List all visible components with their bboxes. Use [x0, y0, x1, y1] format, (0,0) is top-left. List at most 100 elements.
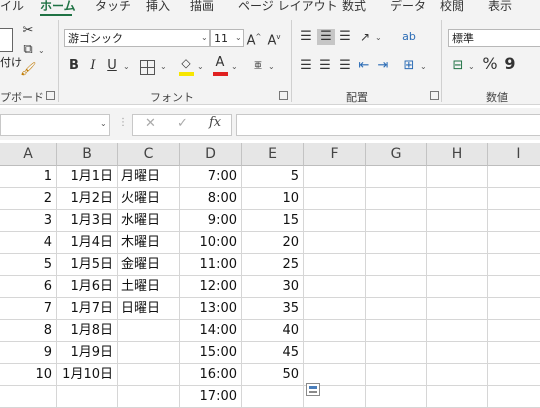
cell-i5[interactable]: [488, 254, 540, 276]
cell-h6[interactable]: [427, 276, 488, 298]
cell-e1[interactable]: 5: [242, 166, 304, 188]
cell-b8[interactable]: 1月8日: [57, 320, 118, 342]
quick-analysis-icon[interactable]: [306, 383, 320, 396]
cell-c8[interactable]: [118, 320, 180, 342]
formula-bar-grip-icon[interactable]: ⋮: [118, 117, 128, 128]
cell-c7[interactable]: 日曜日: [118, 298, 180, 320]
paste-icon[interactable]: [0, 28, 13, 52]
column-header-h[interactable]: H: [427, 143, 488, 166]
cut-icon[interactable]: ✂: [20, 23, 36, 39]
column-header-d[interactable]: D: [180, 143, 242, 166]
cell-i3[interactable]: [488, 210, 540, 232]
cell-a5[interactable]: 5: [0, 254, 57, 276]
cell-g1[interactable]: [366, 166, 427, 188]
cell-h7[interactable]: [427, 298, 488, 320]
italic-button[interactable]: I: [86, 58, 100, 74]
align-top-icon[interactable]: ☰: [298, 29, 314, 45]
borders-icon[interactable]: [140, 60, 155, 75]
cell-a3[interactable]: 3: [0, 210, 57, 232]
phonetic-guide-icon[interactable]: 亜: [251, 58, 265, 74]
bold-button[interactable]: B: [67, 58, 81, 74]
cell-g9[interactable]: [366, 342, 427, 364]
paste-label[interactable]: 付け: [0, 54, 22, 70]
column-header-b[interactable]: B: [57, 143, 118, 166]
tab-formulas[interactable]: 数式: [342, 0, 366, 14]
formula-input[interactable]: [236, 114, 540, 136]
cell-c9[interactable]: [118, 342, 180, 364]
cell-i8[interactable]: [488, 320, 540, 342]
cell-f8[interactable]: [304, 320, 366, 342]
cell-e5[interactable]: 25: [242, 254, 304, 276]
cell-b6[interactable]: 1月6日: [57, 276, 118, 298]
font-launcher-icon[interactable]: [279, 91, 288, 100]
cell-a6[interactable]: 6: [0, 276, 57, 298]
column-header-e[interactable]: E: [242, 143, 304, 166]
cell-i2[interactable]: [488, 188, 540, 210]
cell-h2[interactable]: [427, 188, 488, 210]
cell-c6[interactable]: 土曜日: [118, 276, 180, 298]
column-header-a[interactable]: A: [0, 143, 57, 166]
cell-a10[interactable]: 10: [0, 364, 57, 386]
cell-c5[interactable]: 金曜日: [118, 254, 180, 276]
cell-a1[interactable]: 1: [0, 166, 57, 188]
insert-function-button[interactable]: fx: [209, 115, 221, 130]
cell-b10[interactable]: 1月10日: [57, 364, 118, 386]
cell-a7[interactable]: 7: [0, 298, 57, 320]
cell-h8[interactable]: [427, 320, 488, 342]
cell-c10[interactable]: [118, 364, 180, 386]
comma-style-button[interactable]: 9: [504, 56, 516, 72]
wrap-text-icon[interactable]: ab: [401, 29, 417, 45]
cell-e4[interactable]: 20: [242, 232, 304, 254]
orientation-icon[interactable]: ↗: [356, 29, 374, 45]
format-painter-icon[interactable]: 🖌: [20, 62, 37, 78]
cell-b4[interactable]: 1月4日: [57, 232, 118, 254]
accounting-format-icon[interactable]: ⊟: [450, 58, 466, 74]
cancel-entry-icon[interactable]: ✕: [145, 116, 156, 131]
cell-d5[interactable]: 11:00: [180, 254, 242, 276]
copy-dropdown-icon[interactable]: ⌄: [38, 46, 45, 55]
cell-i4[interactable]: [488, 232, 540, 254]
cell-h5[interactable]: [427, 254, 488, 276]
cell-f3[interactable]: [304, 210, 366, 232]
column-header-i[interactable]: I: [488, 143, 540, 166]
font-color-icon[interactable]: A: [212, 55, 228, 71]
cell-h9[interactable]: [427, 342, 488, 364]
cell-g5[interactable]: [366, 254, 427, 276]
cell-b2[interactable]: 1月2日: [57, 188, 118, 210]
clipboard-launcher-icon[interactable]: [46, 91, 55, 100]
alignment-launcher-icon[interactable]: [430, 91, 439, 100]
cell-f4[interactable]: [304, 232, 366, 254]
cell-c4[interactable]: 木曜日: [118, 232, 180, 254]
cell-b3[interactable]: 1月3日: [57, 210, 118, 232]
tab-data[interactable]: データ: [390, 0, 426, 14]
cell-e9[interactable]: 45: [242, 342, 304, 364]
tab-review[interactable]: 校閲: [440, 0, 464, 14]
font-name-dropdown-icon[interactable]: ⌄: [201, 33, 208, 42]
cell-e3[interactable]: 15: [242, 210, 304, 232]
cell-h1[interactable]: [427, 166, 488, 188]
copy-icon[interactable]: ⧉: [20, 42, 36, 58]
cell-e2[interactable]: 10: [242, 188, 304, 210]
cell-e10[interactable]: 50: [242, 364, 304, 386]
align-bottom-icon[interactable]: ☰: [337, 29, 353, 45]
cell-f9[interactable]: [304, 342, 366, 364]
cell-g10[interactable]: [366, 364, 427, 386]
tab-home[interactable]: ホーム: [40, 0, 76, 14]
cell-d1[interactable]: 7:00: [180, 166, 242, 188]
merge-dropdown-icon[interactable]: ⌄: [420, 62, 427, 71]
cell-b1[interactable]: 1月1日: [57, 166, 118, 188]
tab-touch[interactable]: タッチ: [95, 0, 131, 14]
underline-button[interactable]: U: [105, 58, 119, 74]
align-right-icon[interactable]: ☰: [337, 58, 353, 74]
cell-g2[interactable]: [366, 188, 427, 210]
cell-d8[interactable]: 14:00: [180, 320, 242, 342]
borders-dropdown-icon[interactable]: ⌄: [160, 62, 167, 71]
cell-g3[interactable]: [366, 210, 427, 232]
cell-f2[interactable]: [304, 188, 366, 210]
cell-f1[interactable]: [304, 166, 366, 188]
cell-g7[interactable]: [366, 298, 427, 320]
align-left-icon[interactable]: ☰: [298, 58, 314, 74]
tab-page-layout[interactable]: ページ レイアウト: [238, 0, 338, 14]
cell-d2[interactable]: 8:00: [180, 188, 242, 210]
cell-f7[interactable]: [304, 298, 366, 320]
